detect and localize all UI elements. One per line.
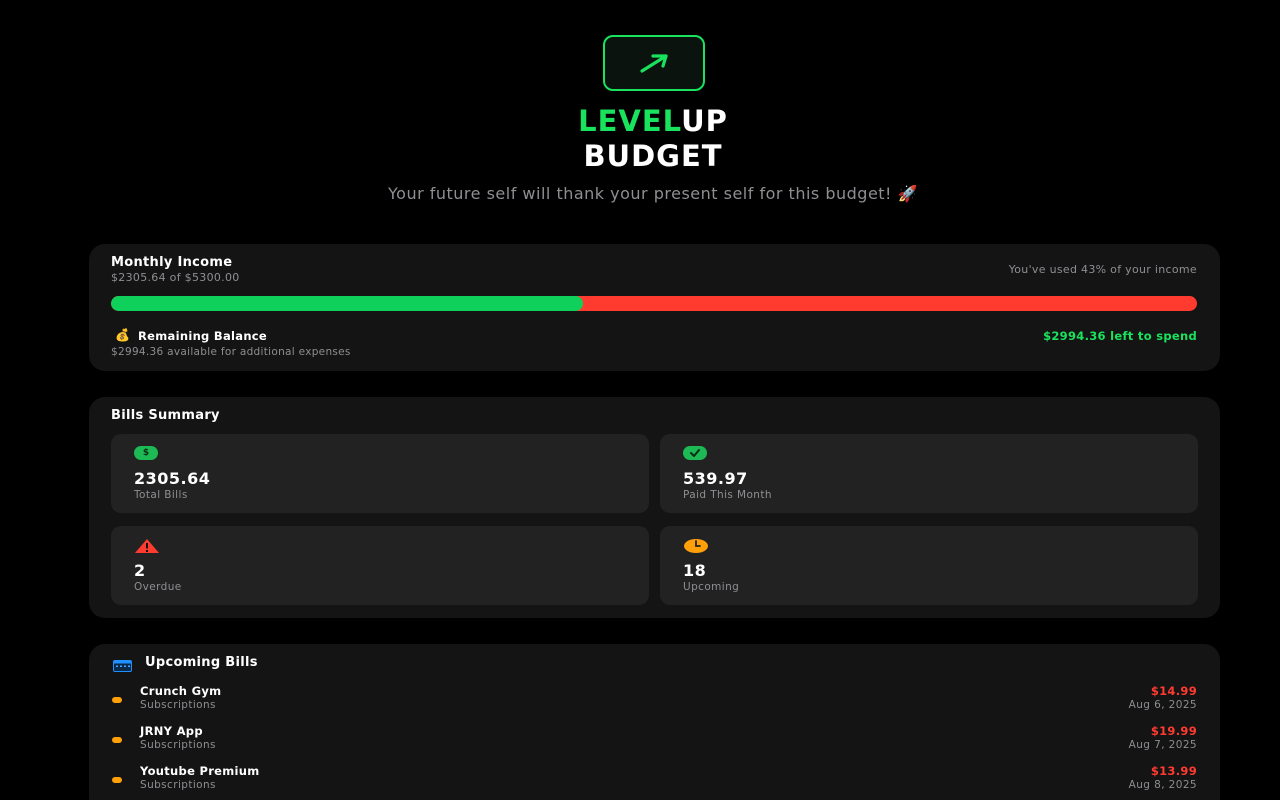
stat-value: 539.97 (683, 469, 748, 488)
bill-amount: $14.99 (1150, 684, 1197, 698)
checkmark-icon (683, 446, 708, 461)
stat-label: Upcoming (683, 581, 740, 593)
arrow-up-right-icon (640, 54, 668, 73)
stat-value: 18 (683, 561, 707, 580)
warning-icon (134, 538, 159, 553)
bill-date: Aug 6, 2025 (1128, 699, 1197, 711)
bill-amount: $13.99 (1150, 764, 1197, 778)
clock-icon (683, 538, 708, 553)
brand-title-accent: LEVEL (578, 104, 682, 138)
bill-category: Subscriptions (140, 699, 216, 711)
bill-category: Subscriptions (140, 779, 216, 791)
stat-upcoming[interactable]: 18 Upcoming (660, 526, 1198, 605)
bill-name: Youtube Premium (140, 764, 260, 778)
income-subtitle: $2305.64 of $5300.00 (111, 271, 240, 284)
bill-amount: $19.99 (1150, 724, 1197, 738)
list-item[interactable]: Youtube Premium Subscriptions $13.99 Aug… (89, 764, 1220, 800)
status-dot (112, 737, 122, 743)
upcoming-bills-card: Upcoming Bills Crunch Gym Subscriptions … (89, 644, 1220, 800)
income-used-text: You've used 43% of your income (1008, 263, 1197, 276)
stat-label: Total Bills (134, 489, 188, 501)
brand-title-rest: UP (681, 104, 728, 138)
income-progress-bar (111, 296, 1197, 311)
bill-name: Crunch Gym (140, 684, 222, 698)
app-page: LEVELUP BUDGET Your future self will tha… (0, 0, 1280, 800)
bill-date: Aug 8, 2025 (1128, 779, 1197, 791)
income-progress-fill (111, 296, 584, 311)
stat-label: Overdue (134, 581, 182, 593)
income-title: Monthly Income (111, 255, 233, 270)
status-dot (112, 697, 122, 703)
brand-title: LEVELUP (0, 104, 1280, 138)
stat-total-bills[interactable]: $ 2305.64 Total Bills (111, 434, 649, 513)
remaining-balance-label: Remaining Balance (138, 329, 268, 343)
bill-category: Subscriptions (140, 739, 216, 751)
tagline: Your future self will thank your present… (388, 184, 918, 203)
bill-name: JRNY App (140, 724, 203, 738)
monthly-income-card: Monthly Income $2305.64 of $5300.00 You'… (89, 244, 1220, 371)
stat-paid-this-month[interactable]: 539.97 Paid This Month (660, 434, 1198, 513)
upcoming-bills-title: Upcoming Bills (145, 655, 258, 670)
logo (603, 35, 705, 91)
bills-summary-card: Bills Summary $ 2305.64 Total Bills 539.… (89, 397, 1220, 618)
brand-subtitle: BUDGET (583, 139, 723, 173)
stat-value: 2 (134, 561, 146, 580)
status-dot (112, 777, 122, 783)
stat-label: Paid This Month (683, 489, 772, 501)
bills-summary-title: Bills Summary (111, 408, 220, 423)
calendar-icon (113, 657, 132, 676)
remaining-balance-subtitle: $2994.36 available for additional expens… (111, 346, 351, 358)
left-to-spend: $2994.36 left to spend (1043, 329, 1197, 343)
list-item[interactable]: Crunch Gym Subscriptions $14.99 Aug 6, 2… (89, 684, 1220, 724)
dollar-icon: $ (134, 446, 159, 461)
money-bag-icon: 💰 (115, 328, 130, 342)
list-item[interactable]: JRNY App Subscriptions $19.99 Aug 7, 202… (89, 724, 1220, 764)
stat-value: 2305.64 (134, 469, 211, 488)
stat-overdue[interactable]: 2 Overdue (111, 526, 649, 605)
bill-date: Aug 7, 2025 (1128, 739, 1197, 751)
